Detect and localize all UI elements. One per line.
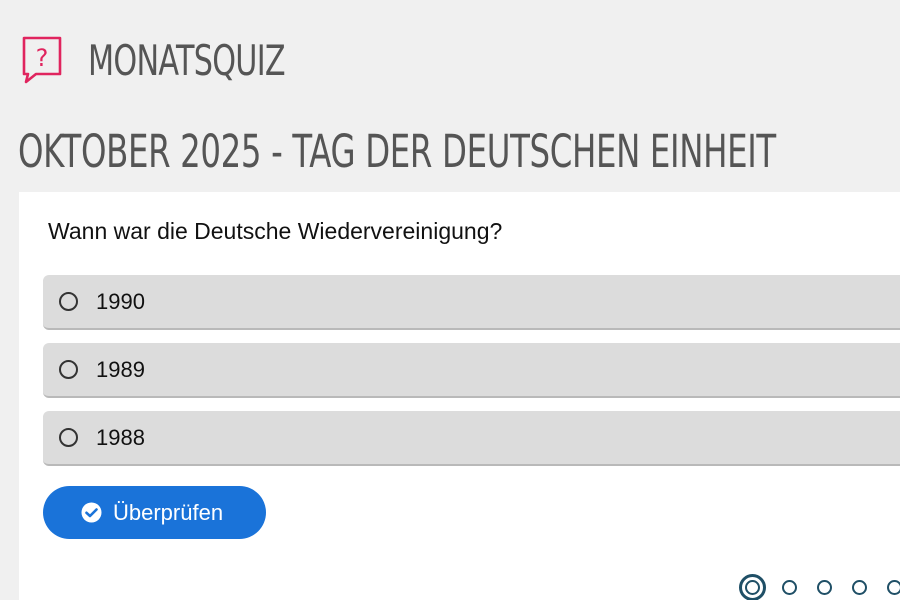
answer-option[interactable]: 1989 <box>43 343 900 398</box>
quiz-header: ? MONATSQUIZ <box>20 34 361 88</box>
check-circle-icon <box>81 502 102 523</box>
page-title: OKTOBER 2025 - TAG DER DEUTSCHEN EINHEIT <box>18 125 776 178</box>
quiz-card: Wann war die Deutsche Wiedervereinigung?… <box>19 192 900 600</box>
question-pagination <box>739 574 900 600</box>
question-bubble-icon: ? <box>20 34 64 88</box>
quiz-page: ? MONATSQUIZ OKTOBER 2025 - TAG DER DEUT… <box>0 0 900 600</box>
radio-button[interactable] <box>59 292 78 311</box>
answer-list: 1990 1989 1988 <box>43 275 900 479</box>
pagination-dot[interactable] <box>852 580 867 595</box>
svg-text:?: ? <box>36 44 49 72</box>
check-button-label: Überprüfen <box>113 499 224 525</box>
check-answer-button[interactable]: Überprüfen <box>43 486 266 539</box>
pagination-dot-active[interactable] <box>739 574 766 600</box>
radio-button[interactable] <box>59 360 78 379</box>
pagination-dot[interactable] <box>817 580 832 595</box>
app-title: MONATSQUIZ <box>88 36 286 85</box>
pagination-dot[interactable] <box>887 580 900 595</box>
answer-option[interactable]: 1990 <box>43 275 900 330</box>
answer-label: 1988 <box>96 424 145 450</box>
answer-label: 1990 <box>96 288 145 314</box>
question-text: Wann war die Deutsche Wiedervereinigung? <box>48 218 503 244</box>
answer-option[interactable]: 1988 <box>43 411 900 466</box>
pagination-dot[interactable] <box>782 580 797 595</box>
answer-label: 1989 <box>96 356 145 382</box>
radio-button[interactable] <box>59 428 78 447</box>
